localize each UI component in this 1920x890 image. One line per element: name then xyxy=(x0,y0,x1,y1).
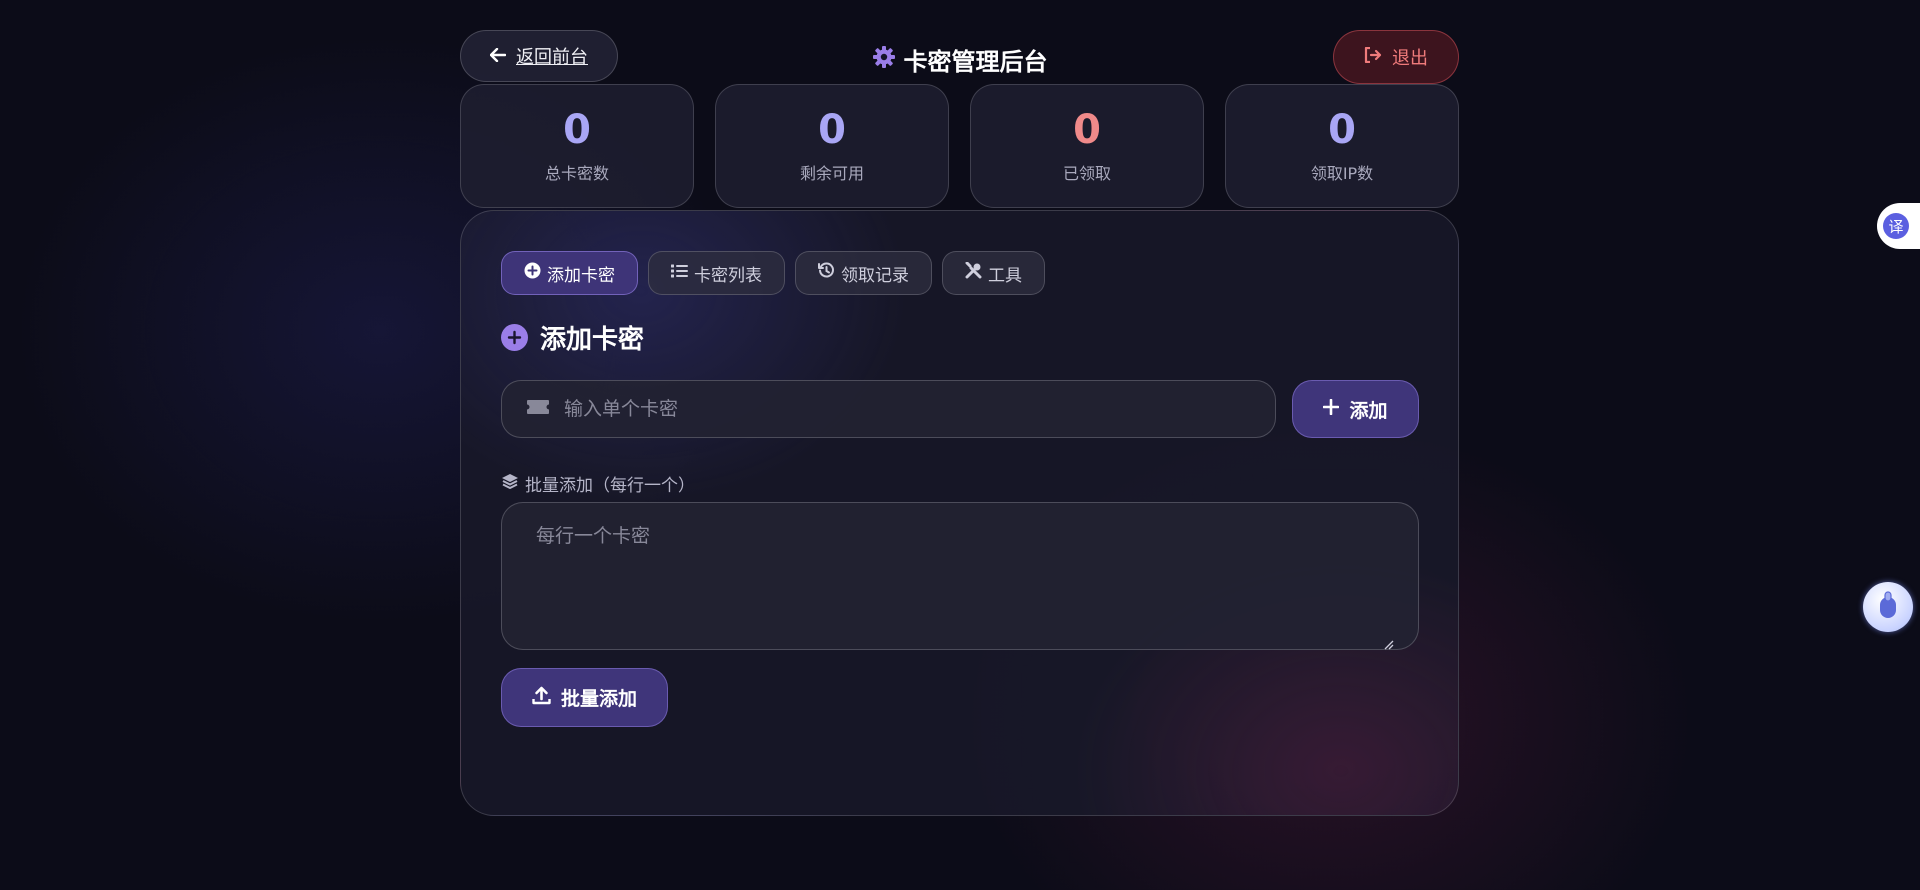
ticket-icon xyxy=(526,399,550,419)
stat-value: 0 xyxy=(563,107,591,153)
stat-value: 0 xyxy=(818,107,846,153)
stat-claim-ips: 0 领取IP数 xyxy=(1225,84,1459,208)
tab-claim-records[interactable]: 领取记录 xyxy=(795,251,932,295)
tab-label: 卡密列表 xyxy=(694,265,762,286)
tab-label: 添加卡密 xyxy=(547,265,615,286)
admin-panel: 返回前台 卡密管理后台 退出 0 总卡密数 0 剩余可用 0 已领取 0 领取I… xyxy=(460,30,1459,816)
batch-cards-textarea[interactable] xyxy=(501,502,1419,650)
section-heading: 添加卡密 xyxy=(501,319,644,356)
stat-label: 剩余可用 xyxy=(799,164,864,183)
stats-row: 0 总卡密数 0 剩余可用 0 已领取 0 领取IP数 xyxy=(460,84,1459,208)
add-card-button[interactable]: 添加 xyxy=(1292,380,1419,438)
batch-add-label: 批量添加（每行一个） xyxy=(501,471,695,496)
history-icon xyxy=(818,262,835,284)
main-card: 添加卡密 卡密列表 领取记录 工具 添加卡密 输入单个卡密 添加 批量添加（每行… xyxy=(460,210,1459,816)
single-card-field[interactable] xyxy=(501,380,1276,438)
batch-add-label: 批量添加 xyxy=(560,688,637,710)
stat-claimed: 0 已领取 xyxy=(970,84,1204,208)
translate-icon: 译 xyxy=(1883,213,1909,239)
gear-icon xyxy=(872,45,896,75)
tab-tools[interactable]: 工具 xyxy=(942,251,1045,295)
tools-icon xyxy=(965,261,982,284)
logout-button[interactable]: 退出 xyxy=(1333,30,1459,84)
logout-label: 退出 xyxy=(1392,48,1428,69)
plus-icon xyxy=(1323,398,1340,420)
translate-widget-button[interactable]: 译 xyxy=(1877,203,1920,249)
sign-out-icon xyxy=(1364,46,1382,68)
section-title-text: 添加卡密 xyxy=(540,325,645,355)
stat-label: 总卡密数 xyxy=(544,164,609,183)
upload-icon xyxy=(532,686,551,710)
stat-value: 0 xyxy=(1328,107,1356,153)
batch-label-text: 批量添加（每行一个） xyxy=(525,476,695,496)
batch-add-button[interactable]: 批量添加 xyxy=(501,668,668,727)
single-card-input[interactable] xyxy=(562,397,1246,421)
stat-label: 领取IP数 xyxy=(1310,164,1374,183)
stat-label: 已领取 xyxy=(1062,164,1111,183)
page-title: 卡密管理后台 xyxy=(460,42,1459,77)
tab-add-cards[interactable]: 添加卡密 xyxy=(501,251,638,295)
list-icon xyxy=(671,263,688,283)
layers-icon xyxy=(501,473,519,495)
assistant-float-button[interactable] xyxy=(1863,582,1913,632)
single-add-row: 添加 xyxy=(501,380,1419,438)
resize-handle-icon[interactable] xyxy=(1382,635,1394,650)
tab-card-list[interactable]: 卡密列表 xyxy=(648,251,785,295)
tab-label: 领取记录 xyxy=(841,265,909,286)
mouse-icon xyxy=(1877,591,1899,623)
plus-circle-icon xyxy=(501,324,528,351)
tab-label: 工具 xyxy=(988,265,1022,286)
page-title-text: 卡密管理后台 xyxy=(903,48,1048,76)
add-card-label: 添加 xyxy=(1349,399,1388,422)
plus-circle-icon xyxy=(524,262,541,284)
tab-bar: 添加卡密 卡密列表 领取记录 工具 xyxy=(501,251,1045,295)
stat-value: 0 xyxy=(1073,107,1101,153)
header-bar: 返回前台 卡密管理后台 退出 xyxy=(460,30,1459,84)
stat-total-cards: 0 总卡密数 xyxy=(460,84,694,208)
stat-remaining: 0 剩余可用 xyxy=(715,84,949,208)
